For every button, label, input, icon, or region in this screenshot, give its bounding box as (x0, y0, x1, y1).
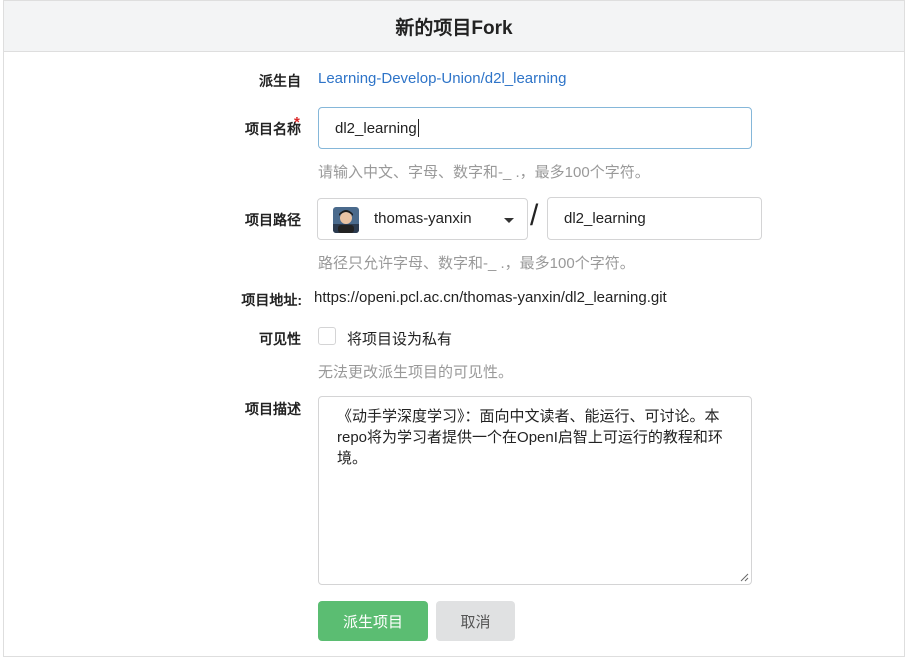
repo-path-input[interactable]: dl2_learning (547, 197, 762, 240)
description-value: 《动手学深度学习》：面向中文读者、能运行、可讨论。本repo将为学习者提供一个在… (337, 408, 723, 467)
repo-name-input[interactable]: dl2_learning (318, 107, 752, 149)
visibility-help: 无法更改派生项目的可见性。 (318, 364, 514, 381)
repo-name-help: 请输入中文、字母、数字和-_ .，最多100个字符。 (318, 164, 650, 181)
repo-name-label: 项目名称 (245, 121, 301, 137)
resize-handle-icon[interactable] (739, 572, 749, 582)
path-separator: / (530, 199, 539, 232)
repo-url-label: 项目地址: (241, 292, 302, 308)
page-title: 新的项目Fork (395, 17, 513, 39)
page-header: 新的项目Fork (3, 0, 905, 52)
text-caret (417, 119, 419, 137)
visibility-label: 可见性 (259, 331, 301, 347)
repo-path-value: dl2_learning (564, 210, 646, 227)
private-checkbox[interactable] (318, 327, 336, 345)
description-textarea[interactable]: 《动手学深度学习》：面向中文读者、能运行、可讨论。本repo将为学习者提供一个在… (318, 396, 752, 585)
fork-from-label: 派生自 (259, 73, 301, 89)
dropdown-arrow-icon (504, 218, 514, 223)
owner-dropdown[interactable]: thomas-yanxin (317, 198, 528, 240)
description-label: 项目描述 (245, 401, 301, 417)
private-checkbox-label[interactable]: 将项目设为私有 (347, 328, 452, 349)
fork-source-link[interactable]: Learning-Develop-Union/d2l_learning (318, 70, 567, 87)
fork-submit-button[interactable]: 派生项目 (318, 601, 428, 641)
cancel-button[interactable]: 取消 (436, 601, 515, 641)
repo-url-value: https://openi.pcl.ac.cn/thomas-yanxin/dl… (314, 289, 667, 306)
owner-name: thomas-yanxin (374, 210, 472, 227)
repo-path-help: 路径只允许字母、数字和-_ .，最多100个字符。 (318, 255, 635, 272)
required-asterisk: * (294, 114, 300, 131)
user-avatar (333, 207, 359, 233)
repo-path-label: 项目路径 (245, 212, 301, 228)
repo-name-value: dl2_learning (335, 119, 417, 137)
